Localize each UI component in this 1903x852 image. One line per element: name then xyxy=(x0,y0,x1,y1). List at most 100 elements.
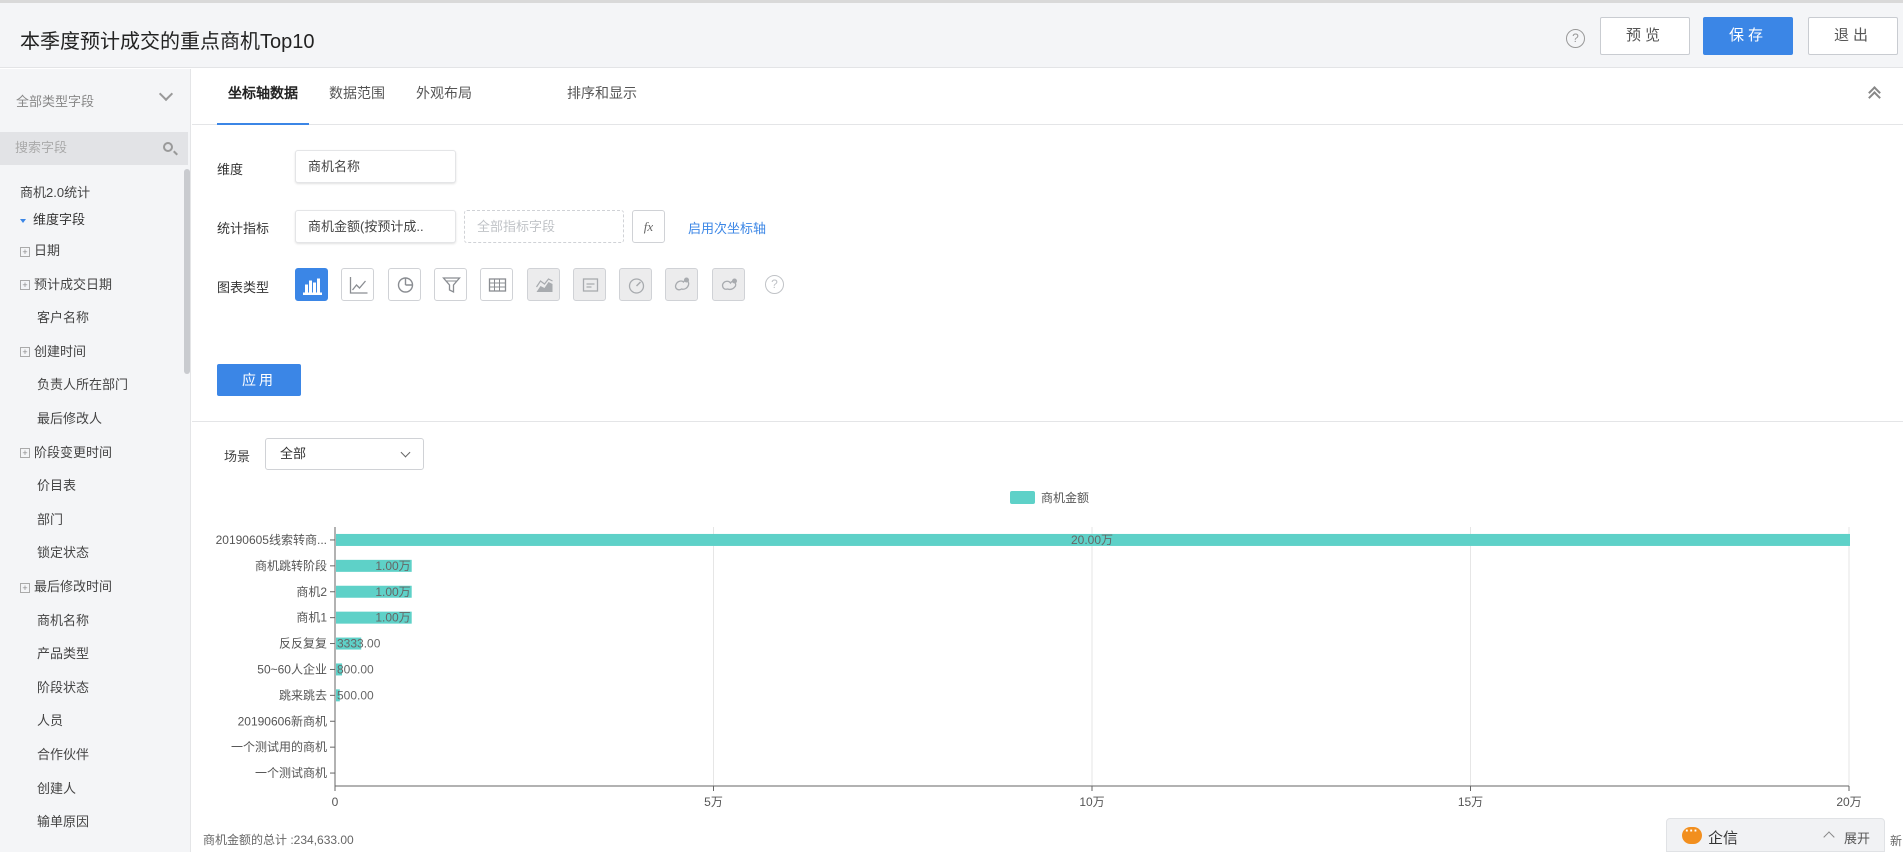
y-category-label: 50~60人企业 xyxy=(257,661,327,676)
tab-sort-display[interactable]: 排序和显示 xyxy=(560,83,644,125)
sidebar-field-item[interactable]: 合作伙伴 xyxy=(20,745,89,765)
sidebar-field-item[interactable]: 产品类型 xyxy=(20,644,89,664)
sidebar-field-item[interactable]: + 阶段变更时间 xyxy=(20,443,112,463)
formula-button[interactable]: fx xyxy=(632,210,665,243)
apply-button[interactable]: 应用 xyxy=(217,364,301,396)
expand-plus-icon: + xyxy=(20,280,30,291)
sidebar-field-item[interactable]: 客户名称 xyxy=(20,308,89,328)
sidebar-scrollbar[interactable] xyxy=(184,169,190,374)
chat-widget[interactable]: 企信 展开 xyxy=(1666,818,1885,852)
metric-placeholder-field[interactable]: 全部指标字段 xyxy=(464,210,624,243)
sidebar-field-label: 部门 xyxy=(37,511,64,527)
bar-data-label: 20.00万 xyxy=(1071,533,1113,547)
chart-type-help-icon[interactable]: ? xyxy=(765,275,784,294)
line-chart-icon[interactable] xyxy=(341,268,375,301)
tab-axis-data[interactable]: 坐标轴数据 xyxy=(217,83,309,125)
collapse-up-icon[interactable] xyxy=(1868,84,1882,104)
sidebar-field-item[interactable]: 锁定状态 xyxy=(20,543,89,563)
x-tick-label: 5万 xyxy=(704,795,723,809)
sidebar-field-item[interactable]: 最后修改人 xyxy=(20,409,102,429)
edge-text: 新 xyxy=(1890,834,1903,848)
sidebar-field-item[interactable]: 商机名称 xyxy=(20,611,89,631)
caret-down-icon xyxy=(20,218,26,223)
search-icon[interactable] xyxy=(163,142,173,152)
sidebar-field-item[interactable]: 创建人 xyxy=(20,779,76,799)
sidebar-field-label: 创建人 xyxy=(37,780,77,796)
exit-button[interactable]: 退出 xyxy=(1808,17,1898,55)
bar-data-label: 1.00万 xyxy=(375,585,410,599)
y-category-label: 20190605线索转商... xyxy=(216,532,327,547)
sidebar-field-item[interactable]: 部门 xyxy=(20,510,63,530)
secondary-axis-link[interactable]: 启用次坐标轴 xyxy=(688,218,766,237)
x-tick-label: 20万 xyxy=(1836,795,1861,809)
config-tabs: 坐标轴数据 数据范围 外观布局 排序和显示 xyxy=(192,69,1903,125)
gauge-chart-icon xyxy=(619,268,653,301)
tab-data-range[interactable]: 数据范围 xyxy=(322,83,392,125)
save-button[interactable]: 保存 xyxy=(1703,17,1793,55)
metric-label: 统计指标 xyxy=(217,221,270,236)
section-divider xyxy=(192,421,1903,422)
sidebar-field-label: 产品类型 xyxy=(37,646,90,662)
sidebar-group-dimension[interactable]: 维度字段 xyxy=(20,209,85,228)
expand-plus-icon: + xyxy=(20,448,30,459)
field-type-label: 全部类型字段 xyxy=(16,94,95,109)
field-search-input[interactable] xyxy=(15,140,155,155)
bar-data-label: 500.00 xyxy=(337,688,374,702)
legend-label: 商机金额 xyxy=(1041,490,1089,505)
table-chart-icon[interactable] xyxy=(480,268,514,301)
field-type-select[interactable]: 全部类型字段 xyxy=(0,69,190,129)
sidebar-field-label: 商机名称 xyxy=(37,612,90,628)
scene-select[interactable]: 全部 xyxy=(265,438,424,470)
y-category-label: 反反复复 xyxy=(279,637,327,651)
scene-label: 场景 xyxy=(224,449,251,464)
sidebar-field-item[interactable]: + 最后修改时间 xyxy=(20,577,112,597)
tab-appearance[interactable]: 外观布局 xyxy=(409,83,479,125)
chart-type-label: 图表类型 xyxy=(217,280,270,295)
card-chart-icon xyxy=(572,268,606,301)
field-sidebar: 全部类型字段 商机2.0统计 维度字段 + 日期 + 预计成交日期客户名称 + 创建时间负… xyxy=(0,69,191,852)
sidebar-field-item[interactable]: + 创建时间 xyxy=(20,342,86,362)
sidebar-field-label: 锁定状态 xyxy=(37,545,90,561)
expand-plus-icon: + xyxy=(20,246,30,257)
funnel-chart-icon[interactable] xyxy=(433,268,467,301)
y-category-label: 一个测试商机 xyxy=(255,765,327,780)
sidebar-field-label: 输单原因 xyxy=(37,814,90,830)
y-category-label: 商机2 xyxy=(296,584,327,599)
x-tick-label: 10万 xyxy=(1079,795,1104,809)
dimension-field[interactable]: 商机名称 xyxy=(295,150,456,183)
map-alt-chart-icon xyxy=(711,268,745,301)
y-category-label: 跳来跳去 xyxy=(279,688,327,702)
bar-data-label: 3333.00 xyxy=(337,637,381,651)
metric-field[interactable]: 商机金额(按预计成.. xyxy=(295,210,456,243)
sidebar-group-label: 维度字段 xyxy=(33,212,86,227)
pie-chart-icon[interactable] xyxy=(387,268,421,301)
sidebar-field-item[interactable]: + 预计成交日期 xyxy=(20,275,112,295)
sidebar-field-item[interactable]: 人员 xyxy=(20,711,63,731)
preview-button[interactable]: 预览 xyxy=(1600,17,1690,55)
sidebar-field-label: 客户名称 xyxy=(37,310,90,326)
sidebar-field-label: 预计成交日期 xyxy=(34,276,113,292)
sidebar-field-item[interactable]: 价目表 xyxy=(20,476,76,496)
sidebar-field-item[interactable]: + 日期 xyxy=(20,241,60,261)
map-chart-icon xyxy=(665,268,699,301)
bar-data-label: 800.00 xyxy=(337,662,374,676)
y-category-label: 商机1 xyxy=(296,610,327,625)
sidebar-field-label: 最后修改时间 xyxy=(34,579,113,594)
chat-title: 企信 xyxy=(1708,830,1739,847)
sidebar-field-label: 最后修改人 xyxy=(37,411,103,426)
sidebar-field-item[interactable]: 输单原因 xyxy=(20,812,89,832)
y-category-label: 20190606新商机 xyxy=(238,713,327,728)
bar-chart-icon[interactable] xyxy=(295,268,328,301)
legend-swatch xyxy=(1010,491,1035,504)
sidebar-field-item[interactable]: 阶段状态 xyxy=(20,678,89,698)
chevron-down-icon xyxy=(158,86,174,102)
sidebar-field-item[interactable]: 负责人所在部门 xyxy=(20,375,128,395)
total-summary: 商机金额的总计 :234,633.00 xyxy=(203,833,354,847)
expand-plus-icon: + xyxy=(20,347,30,358)
bar-data-label: 1.00万 xyxy=(375,559,410,573)
chat-bubble-icon xyxy=(1682,823,1702,844)
help-icon[interactable]: ? xyxy=(1566,29,1585,48)
y-category-label: 商机跳转阶段 xyxy=(255,558,327,573)
x-tick-label: 15万 xyxy=(1458,795,1483,809)
chat-expand-button[interactable]: 展开 xyxy=(1844,828,1870,847)
